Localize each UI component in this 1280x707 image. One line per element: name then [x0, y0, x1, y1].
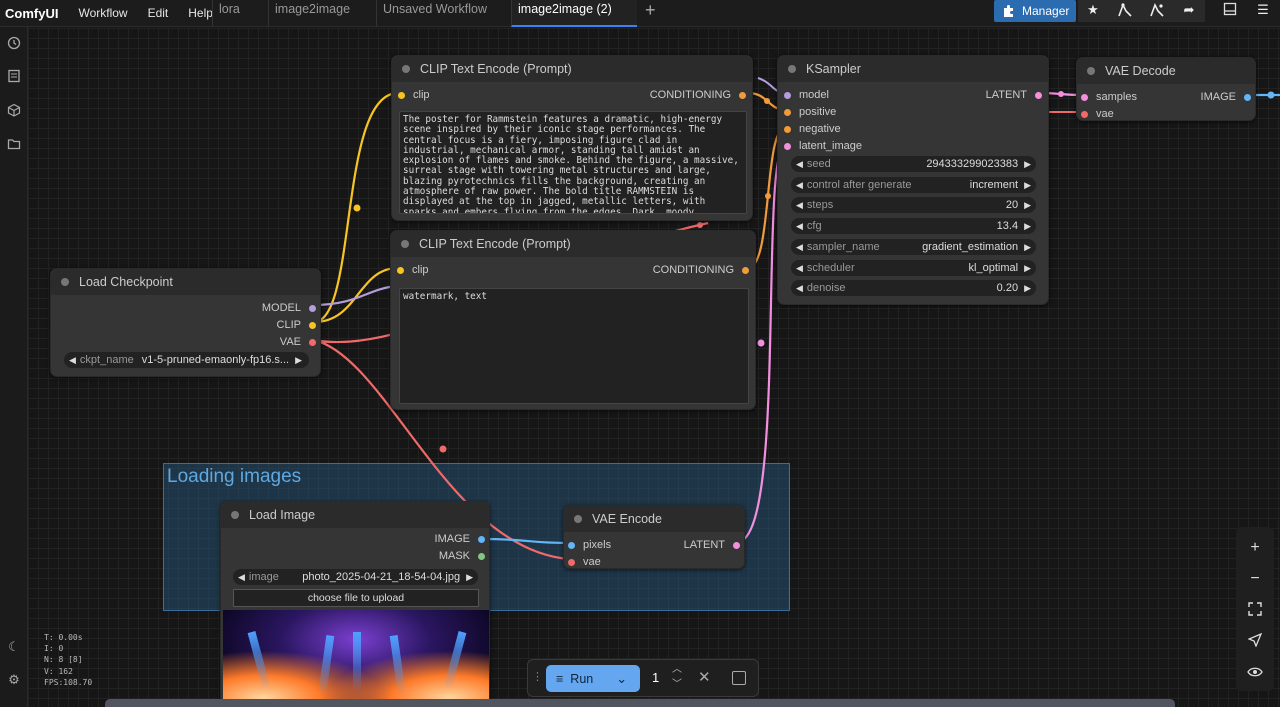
workflows-folder-icon[interactable] — [6, 137, 22, 153]
node-title: Load Image — [249, 508, 316, 522]
input-pixels[interactable]: pixels — [568, 539, 611, 551]
output-conditioning[interactable]: CONDITIONING — [653, 264, 749, 276]
collapse-dot-icon[interactable] — [231, 511, 239, 519]
collapse-dot-icon[interactable] — [61, 278, 69, 286]
theme-moon-icon[interactable]: ☾ — [6, 639, 22, 655]
chevron-down-icon[interactable]: ⌄ — [616, 671, 627, 687]
node-ksampler[interactable]: KSampler model positive negative latent_… — [777, 55, 1049, 305]
input-clip[interactable]: clip — [397, 264, 429, 276]
link-pixels — [482, 537, 569, 545]
node-title: Load Checkpoint — [79, 275, 173, 289]
run-button[interactable]: ≡ Run ⌄ — [546, 665, 640, 692]
zoom-in-icon[interactable]: + — [1246, 539, 1264, 557]
tab-unsaved-workflow[interactable]: Unsaved Workflow — [376, 0, 511, 27]
hamburger-icon[interactable]: ☰ — [1251, 2, 1275, 20]
tab-lora[interactable]: lora — [212, 0, 268, 27]
canvas-controls: + − — [1236, 527, 1274, 691]
toggle-links-eye-icon[interactable] — [1246, 665, 1264, 683]
select-pointer-icon[interactable] — [1246, 632, 1264, 651]
negative-prompt-textarea[interactable]: watermark, text — [399, 288, 749, 404]
collapse-dot-icon[interactable] — [1087, 67, 1095, 75]
widget-cfg[interactable]: ◀ cfg 13.4 ▶ — [791, 218, 1036, 234]
node-load-checkpoint[interactable]: Load Checkpoint MODEL CLIP VAE ◀ ckpt_nam… — [50, 268, 321, 377]
node-title: CLIP Text Encode (Prompt) — [419, 237, 571, 251]
node-title: VAE Encode — [592, 512, 662, 526]
input-latent-image[interactable]: latent_image — [784, 140, 862, 152]
render-stats: T: 0.00s I: 0 N: 8 [8] V: 162 FPS:108.70 — [44, 633, 93, 687]
zoom-out-icon[interactable]: − — [1246, 570, 1264, 588]
output-model[interactable]: MODEL — [262, 302, 316, 314]
manager-label: Manager — [1022, 4, 1070, 18]
history-icon[interactable] — [6, 36, 22, 52]
model-library-icon[interactable] — [6, 103, 22, 119]
output-image[interactable]: IMAGE — [1201, 91, 1251, 103]
widget-seed[interactable]: ◀ seed 294333299023383 ▶ — [791, 156, 1036, 172]
node-title: CLIP Text Encode (Prompt) — [420, 62, 572, 76]
node-vae-encode[interactable]: VAE Encode pixels vae LATENT — [563, 505, 745, 569]
widget-control-after-generate[interactable]: ◀ control after generate increment ▶ — [791, 177, 1036, 193]
menu-edit[interactable]: Edit — [138, 6, 179, 20]
star-icon[interactable]: ★ — [1081, 2, 1105, 20]
settings-gear-icon[interactable]: ⚙ — [6, 672, 22, 688]
collapse-dot-icon[interactable] — [401, 240, 409, 248]
choose-file-button[interactable]: choose file to upload — [233, 589, 479, 607]
cancel-close-icon[interactable]: ✕ — [698, 668, 711, 686]
prompt-textarea[interactable]: The poster for Rammstein features a dram… — [399, 111, 747, 214]
node-clip-text-encode-negative[interactable]: CLIP Text Encode (Prompt) clip CONDITION… — [390, 230, 756, 410]
input-positive[interactable]: positive — [784, 106, 836, 118]
node-load-image[interactable]: Load Image IMAGE MASK ◀ image photo_2025-0… — [220, 501, 490, 707]
node-icon[interactable] — [1113, 2, 1137, 20]
output-clip[interactable]: CLIP — [277, 319, 316, 331]
queue-list-icon: ≡ — [556, 671, 564, 686]
bottom-panel-strip — [105, 699, 1175, 707]
stop-square-icon[interactable] — [732, 671, 746, 685]
output-image[interactable]: IMAGE — [435, 533, 485, 545]
fit-view-icon[interactable] — [1246, 602, 1264, 620]
input-clip[interactable]: clip — [398, 89, 430, 101]
output-latent[interactable]: LATENT — [684, 539, 740, 551]
app-logo: ComfyUI — [5, 5, 59, 21]
collapse-dot-icon[interactable] — [402, 65, 410, 73]
image-preview — [223, 610, 489, 707]
count-stepper[interactable]: ︿ ﹀ — [672, 662, 682, 692]
run-label: Run — [570, 671, 594, 686]
queue-run-bar: ⋮⋮ ≡ Run ⌄ 1 ︿ ﹀ ✕ — [527, 659, 759, 697]
puzzle-icon — [1004, 5, 1013, 17]
panel-icon[interactable] — [1218, 2, 1242, 20]
menu-workflow[interactable]: Workflow — [68, 6, 137, 20]
output-vae[interactable]: VAE — [280, 336, 316, 348]
left-sidebar: ☾ ⚙ — [0, 27, 28, 707]
output-latent[interactable]: LATENT — [986, 89, 1042, 101]
input-model[interactable]: model — [784, 89, 829, 101]
node-clip-text-encode-positive[interactable]: CLIP Text Encode (Prompt) clip CONDITION… — [391, 55, 753, 221]
input-vae[interactable]: vae — [1081, 108, 1114, 120]
input-vae[interactable]: vae — [568, 556, 601, 568]
widget-denoise[interactable]: ◀ denoise 0.20 ▶ — [791, 280, 1036, 296]
widget-image-select[interactable]: ◀ image photo_2025-04-21_18-54-04.jpg ▶ — [233, 569, 478, 585]
batch-count-input[interactable]: 1 — [652, 670, 659, 685]
share-icon[interactable]: ➦ — [1177, 2, 1201, 20]
widget-steps[interactable]: ◀ steps 20 ▶ — [791, 197, 1036, 213]
queue-icon[interactable] — [6, 69, 22, 85]
graph-canvas[interactable]: Loading images CLIP Text Encode (Prompt)… — [28, 28, 1280, 707]
tab-image2image[interactable]: image2image — [268, 0, 376, 27]
manager-button[interactable]: Manager — [994, 0, 1076, 22]
output-mask[interactable]: MASK — [439, 550, 485, 562]
widget-sampler-name[interactable]: ◀ sampler_name gradient_estimation ▶ — [791, 239, 1036, 255]
tab-image2image-2[interactable]: image2image (2) — [511, 0, 637, 27]
node-title: KSampler — [806, 62, 861, 76]
input-samples[interactable]: samples — [1081, 91, 1137, 103]
new-tab-plus-icon[interactable]: + — [645, 0, 656, 21]
input-negative[interactable]: negative — [784, 123, 841, 135]
collapse-dot-icon[interactable] — [574, 515, 582, 523]
widget-ckpt-name[interactable]: ◀ ckpt_name v1-5-pruned-emaonly-fp16.s... ▶ — [64, 352, 309, 368]
node-vae-decode[interactable]: VAE Decode samples vae IMAGE — [1076, 57, 1256, 121]
widget-scheduler[interactable]: ◀ scheduler kl_optimal ▶ — [791, 260, 1036, 276]
node-title: VAE Decode — [1105, 64, 1176, 78]
collapse-dot-icon[interactable] — [788, 65, 796, 73]
output-conditioning[interactable]: CONDITIONING — [650, 89, 746, 101]
node-alt-icon[interactable] — [1145, 2, 1169, 20]
